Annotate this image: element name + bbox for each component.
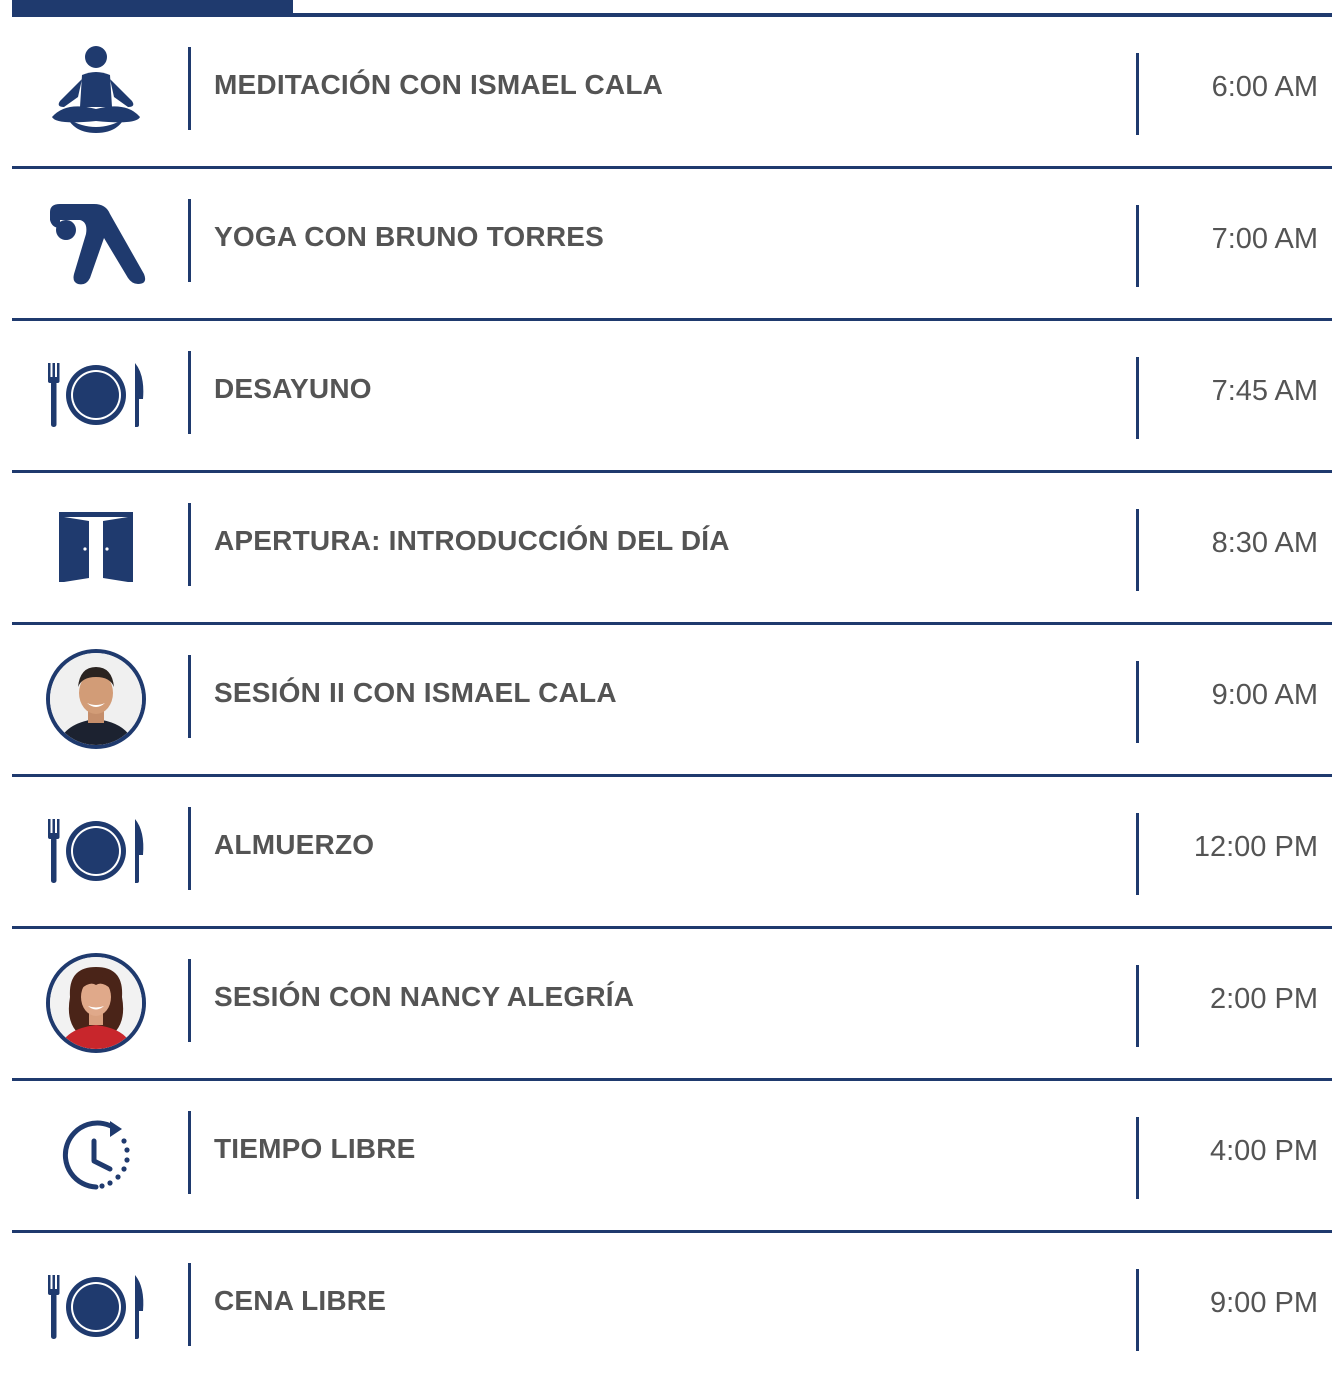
clock-icon (38, 1103, 154, 1207)
event-time: 8:30 AM (1211, 527, 1318, 559)
event-title: MEDITACIÓN CON ISMAEL CALA (214, 69, 664, 100)
event-time: 9:00 PM (1210, 1287, 1318, 1319)
row-divider (1136, 1269, 1139, 1351)
speaker-avatar-male (38, 647, 154, 751)
avatar (46, 953, 146, 1053)
row-divider (188, 959, 191, 1042)
event-title: CENA LIBRE (214, 1285, 387, 1316)
event-time: 12:00 PM (1193, 831, 1318, 863)
schedule-list: MEDITACIÓN CON ISMAEL CALA 6:00 AM YOGA … (12, 17, 1332, 1382)
event-time: 7:45 AM (1211, 375, 1318, 407)
row-divider (188, 1111, 191, 1194)
event-title: SESIÓN CON NANCY ALEGRÍA (214, 981, 635, 1012)
row-divider (1136, 965, 1139, 1047)
header-bar (12, 0, 1332, 18)
meditation-icon (38, 39, 154, 143)
event-title: TIEMPO LIBRE (214, 1133, 416, 1164)
schedule-row: TIEMPO LIBRE 4:00 PM (12, 1081, 1332, 1233)
row-divider (188, 807, 191, 890)
row-divider (1136, 205, 1139, 287)
meal-icon (38, 799, 154, 903)
event-time: 7:00 AM (1211, 223, 1318, 255)
meal-icon (38, 1255, 154, 1359)
event-title: DESAYUNO (214, 373, 372, 404)
row-divider (1136, 509, 1139, 591)
schedule-row: CENA LIBRE 9:00 PM (12, 1233, 1332, 1382)
door-icon (38, 495, 154, 599)
speaker-avatar-female (38, 951, 154, 1055)
event-time: 6:00 AM (1211, 71, 1318, 103)
schedule-row: APERTURA: INTRODUCCIÓN DEL DÍA 8:30 AM (12, 473, 1332, 625)
event-title: APERTURA: INTRODUCCIÓN DEL DÍA (214, 525, 730, 556)
row-divider (188, 1263, 191, 1346)
event-title: SESIÓN II CON ISMAEL CALA (214, 677, 617, 708)
event-time: 4:00 PM (1210, 1135, 1318, 1167)
schedule-row: YOGA CON BRUNO TORRES 7:00 AM (12, 169, 1332, 321)
row-divider (1136, 813, 1139, 895)
row-divider (1136, 661, 1139, 743)
schedule-row: SESIÓN CON NANCY ALEGRÍA 2:00 PM (12, 929, 1332, 1081)
row-divider (1136, 357, 1139, 439)
row-divider (188, 351, 191, 434)
row-divider (1136, 53, 1139, 135)
row-divider (1136, 1117, 1139, 1199)
row-divider (188, 199, 191, 282)
row-divider (188, 47, 191, 130)
schedule-row: SESIÓN II CON ISMAEL CALA 9:00 AM (12, 625, 1332, 777)
yoga-icon (38, 191, 154, 295)
row-divider (188, 503, 191, 586)
row-divider (188, 655, 191, 738)
event-title: ALMUERZO (214, 829, 375, 860)
meal-icon (38, 343, 154, 447)
schedule-row: ALMUERZO 12:00 PM (12, 777, 1332, 929)
schedule-row: MEDITACIÓN CON ISMAEL CALA 6:00 AM (12, 17, 1332, 169)
event-time: 2:00 PM (1210, 983, 1318, 1015)
event-time: 9:00 AM (1211, 679, 1318, 711)
event-title: YOGA CON BRUNO TORRES (214, 221, 605, 252)
schedule-row: DESAYUNO 7:45 AM (12, 321, 1332, 473)
avatar (46, 649, 146, 749)
